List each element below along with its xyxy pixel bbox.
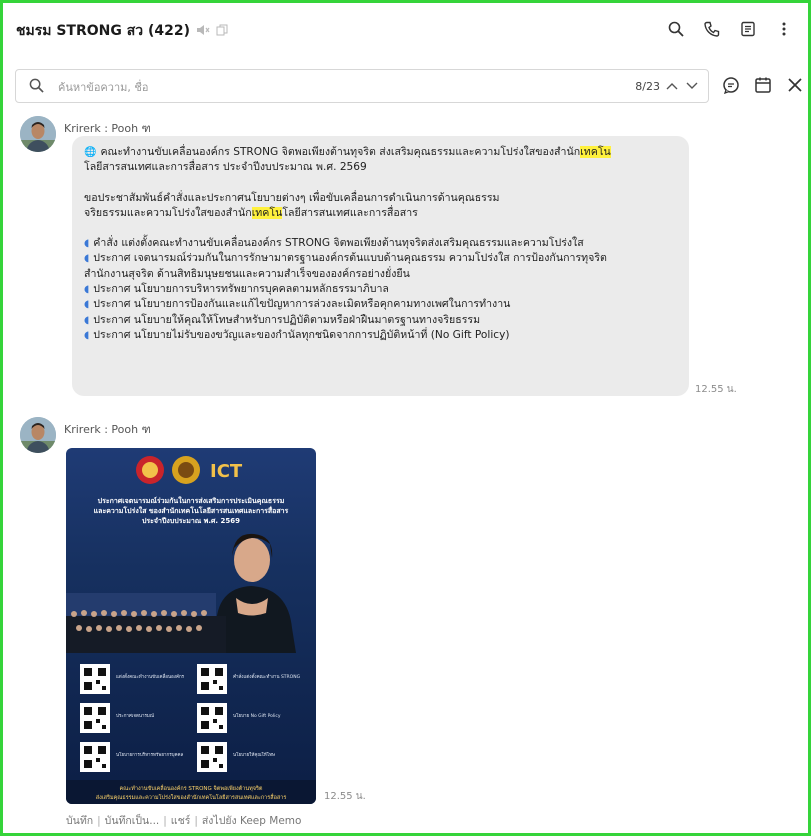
close-icon[interactable] — [785, 75, 805, 95]
bullet-icon: ◖ — [84, 314, 90, 326]
sender-name: Krirerk : Pooh ฑ — [64, 122, 151, 135]
phone-icon[interactable] — [702, 19, 722, 39]
chat-window: ชมรม STRONG สว (422) ค้นหาข้อความ, ชื่อ … — [0, 0, 811, 836]
qr-label: นโยบาย No Gift Policy — [233, 712, 281, 719]
share-link[interactable]: แชร์ — [171, 815, 191, 827]
search-icon — [29, 78, 44, 97]
search-bar: 8/23 — [3, 65, 808, 109]
group-photo — [66, 593, 226, 653]
more-icon[interactable] — [774, 19, 794, 39]
search-highlight: เทคโน — [580, 146, 611, 158]
qr-label: แต่งตั้งคณะทำงานขับเคลื่อนองค์กร — [116, 673, 185, 680]
bullet-icon: ◖ — [84, 299, 90, 311]
poster-heading-2: และความโปร่งใส ของสำนักเทคโนโลยีสารสนเทศ… — [94, 505, 289, 515]
chevron-up-icon[interactable] — [664, 78, 680, 94]
sender-name: Krirerk : Pooh ฑ — [64, 423, 151, 436]
qr-label: คำสั่งแต่งตั้งคณะทำงาน STRONG — [233, 673, 301, 680]
calendar-icon[interactable] — [753, 75, 773, 95]
ict-logo-text: ICT — [210, 461, 243, 482]
message-bubble[interactable]: 🌐 คณะทำงานขับเคลื่อนองค์กร STRONG จิตพอเพ… — [72, 136, 689, 396]
poster-heading-1: ประกาศเจตนารมณ์ร่วมกันในการส่งเสริมการปร… — [98, 496, 285, 505]
globe-icon: 🌐 — [84, 147, 97, 158]
bullet-icon: ◖ — [84, 253, 90, 265]
search-box: 8/23 — [15, 69, 709, 103]
chevron-down-icon[interactable] — [684, 78, 700, 94]
poster-footer-1: คณะทำงานขับเคลื่อนองค์กร STRONG จิตพอเพี… — [120, 784, 263, 792]
save-as-link[interactable]: บันทึกเป็น... — [105, 815, 160, 827]
copy-icon[interactable] — [216, 24, 228, 39]
avatar[interactable] — [20, 116, 56, 152]
avatar[interactable] — [20, 417, 56, 453]
chat-title: ชมรม STRONG สว (422) — [16, 23, 191, 39]
notes-icon[interactable] — [738, 19, 758, 39]
bullet-icon: ◖ — [84, 329, 90, 341]
bullet-icon: ◖ — [84, 238, 90, 250]
image-actions: บันทึก | บันทึกเป็น... | แชร์ | ส่งไปยัง Keep … — [66, 815, 302, 827]
qr-label: ประกาศเจตนารมณ์ — [116, 712, 154, 719]
speaker-muted-icon[interactable] — [196, 24, 210, 39]
bullet-icon: ◖ — [84, 284, 90, 296]
message-time: 12.55 น. — [324, 791, 366, 802]
save-link[interactable]: บันทึก — [66, 815, 93, 827]
search-input[interactable] — [56, 77, 540, 97]
search-highlight: เทคโน — [251, 206, 283, 219]
qr-label: นโยบายให้คุณให้โทษ — [233, 751, 275, 758]
poster-footer-2: ส่งเสริมคุณธรรมและความโปร่งใสของสำนักเทค… — [96, 793, 287, 801]
image-attachment[interactable]: ICT ประกาศเจตนารมณ์ร่วมกันในการส่งเสริมก… — [66, 448, 316, 804]
poster-heading-3: ประจำปีงบประมาณ พ.ศ. 2569 — [142, 517, 240, 525]
send-to-keep-memo-link[interactable]: ส่งไปยัง Keep Memo — [202, 815, 302, 827]
qr-label: นโยบายการบริหารทรัพยากรบุคคล — [116, 751, 184, 758]
search-icon[interactable] — [666, 19, 686, 39]
chat-header: ชมรม STRONG สว (422) — [3, 3, 808, 59]
message-time: 12.55 น. — [695, 384, 737, 395]
chat-bubble-icon[interactable] — [721, 75, 741, 95]
search-result-count: 8/23 — [635, 80, 660, 93]
